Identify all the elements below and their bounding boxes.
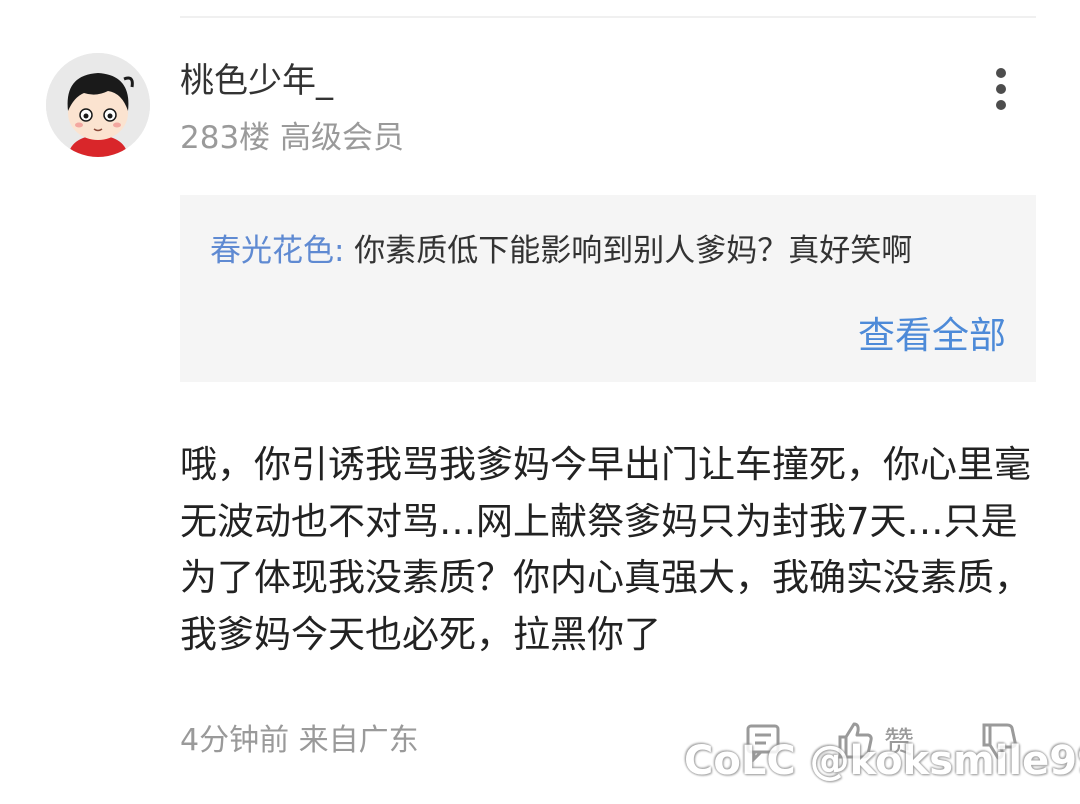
more-vertical-icon	[996, 68, 1006, 78]
quoted-reply-line: 春光花色: 你素质低下能影响到别人爹妈？真好笑啊	[210, 229, 912, 273]
avatar[interactable]	[46, 53, 150, 157]
username[interactable]: 桃色少年_	[180, 58, 333, 104]
quoted-reply: 春光花色: 你素质低下能影响到别人爹妈？真好笑啊 查看全部	[180, 195, 1036, 382]
quoted-text: 你素质低下能影响到别人爹妈？真好笑啊	[344, 233, 913, 269]
time-location: 4分钟前 来自广东	[180, 723, 419, 758]
more-vertical-icon-dot	[996, 100, 1006, 110]
post-meta: 283楼 高级会员	[180, 116, 404, 160]
more-options-button[interactable]	[985, 64, 1017, 114]
avatar-image	[46, 53, 150, 157]
top-divider	[180, 16, 1036, 18]
watermark: CoLC @koksmile999	[684, 738, 1080, 784]
comment-text: 哦，你引诱我骂我爹妈今早出门让车撞死，你心里毫无波动也不对骂…网上献祭爹妈只为封…	[180, 443, 1031, 656]
view-all-link[interactable]: 查看全部	[858, 311, 1006, 361]
floor-number: 283楼	[180, 120, 271, 156]
quoted-author[interactable]: 春光花色:	[210, 233, 344, 269]
member-level: 高级会员	[280, 120, 405, 156]
more-vertical-icon-dot	[996, 84, 1006, 94]
